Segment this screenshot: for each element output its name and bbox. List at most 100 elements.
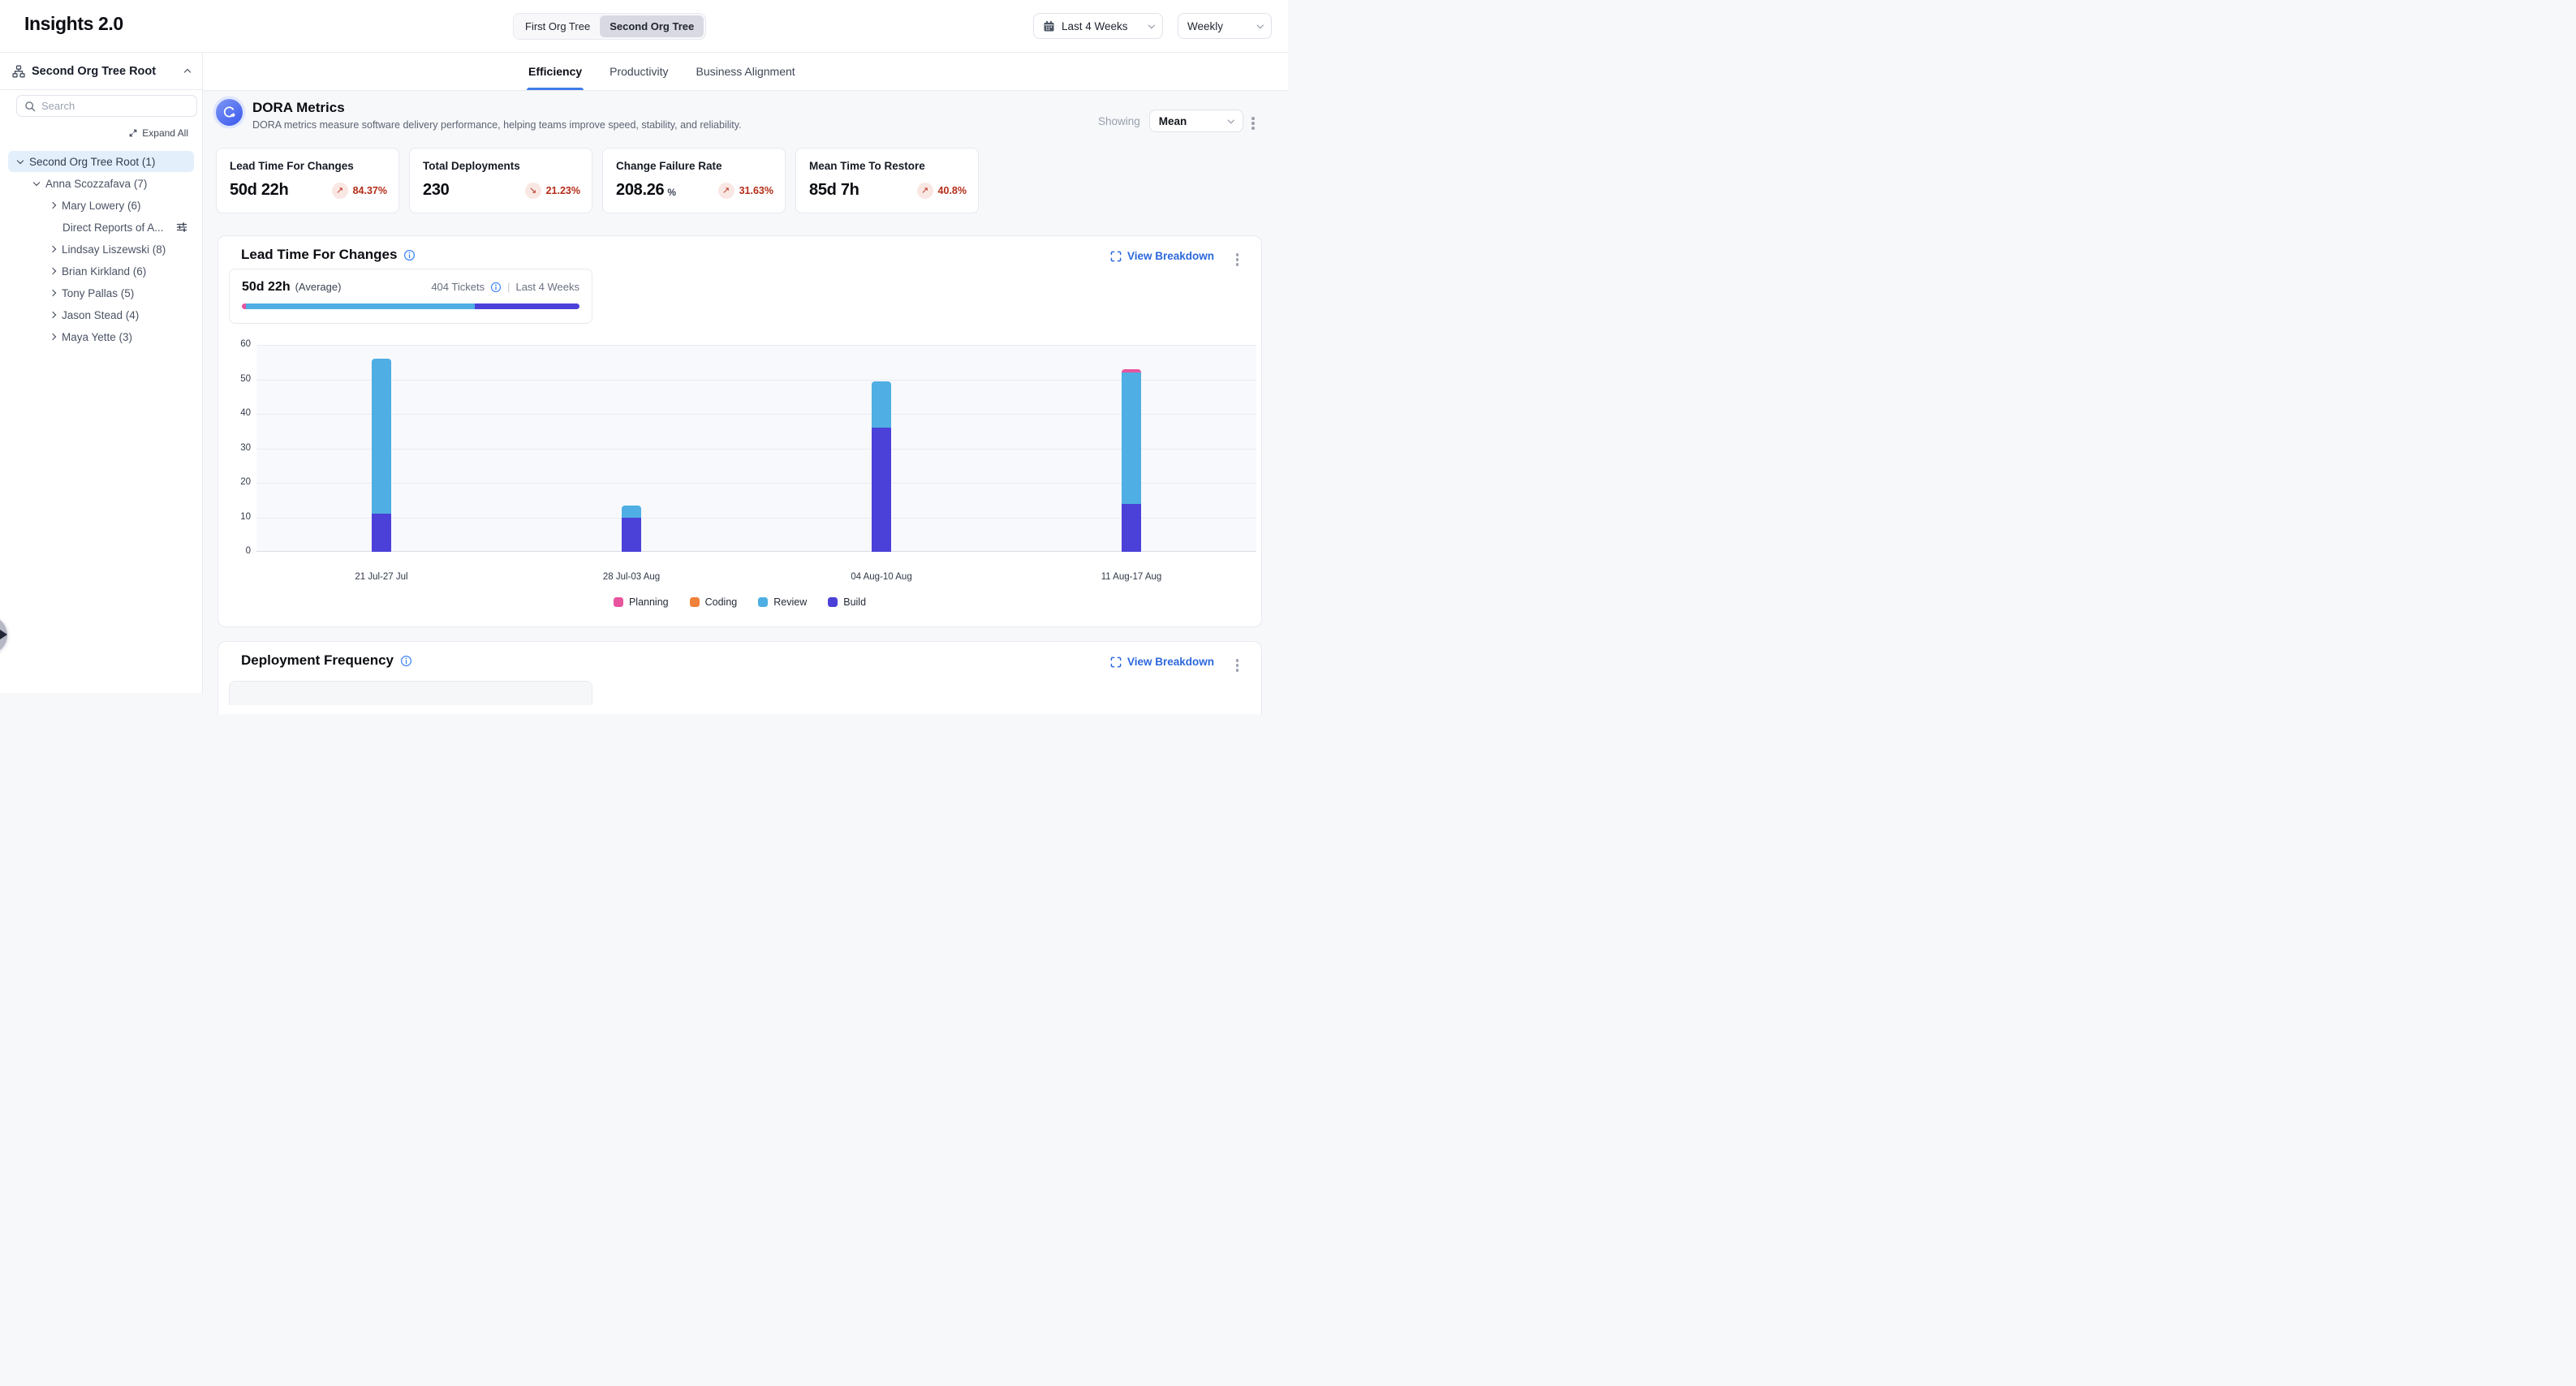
info-icon[interactable] — [403, 249, 416, 261]
deployment-kebab-menu[interactable] — [1233, 656, 1243, 675]
tree-item[interactable]: Tony Pallas (5) — [8, 282, 194, 303]
date-range-value: Last 4 Weeks — [1062, 20, 1128, 32]
tab-productivity[interactable]: Productivity — [610, 53, 668, 90]
metric-delta-value: 31.63% — [739, 185, 773, 196]
metric-card-title: Change Failure Rate — [616, 160, 772, 172]
tab-efficiency[interactable]: Efficiency — [528, 53, 582, 90]
metric-card-value: 50d 22h — [230, 181, 288, 200]
metric-delta: ↘21.23% — [525, 183, 580, 199]
summary-period: Last 4 Weeks — [515, 281, 579, 293]
legend-item-coding: Coding — [690, 596, 738, 608]
tree-item[interactable]: Anna Scozzafava (7) — [8, 173, 194, 194]
metric-card-value: 85d 7h — [809, 181, 859, 200]
stacked-bar[interactable] — [1122, 369, 1141, 552]
chevron-right-icon[interactable] — [50, 246, 56, 252]
dora-kebab-menu[interactable] — [1248, 114, 1258, 133]
chevron-right-icon[interactable] — [50, 290, 56, 296]
tree-item-label: Direct Reports of A... — [62, 222, 164, 234]
tree-item[interactable]: Brian Kirkland (6) — [8, 260, 194, 282]
granularity-value: Weekly — [1187, 20, 1223, 32]
y-axis-tick-label: 50 — [223, 374, 251, 384]
stacked-bar[interactable] — [872, 381, 891, 552]
filter-sliders-icon[interactable] — [176, 222, 187, 233]
view-breakdown-button[interactable]: View Breakdown — [1110, 250, 1214, 262]
summary-value: 50d 22h — [242, 280, 291, 295]
deployment-summary-partial — [229, 681, 592, 705]
gridline — [256, 483, 1256, 484]
legend-item-build: Build — [828, 596, 866, 608]
y-axis-tick-label: 20 — [223, 477, 251, 487]
tree-item-label: Anna Scozzafava (7) — [45, 178, 147, 190]
gridline — [256, 380, 1256, 381]
view-breakdown-button[interactable]: View Breakdown — [1110, 656, 1214, 668]
chevron-down-icon — [1148, 22, 1154, 28]
summary-tickets: 404 Tickets — [431, 281, 485, 293]
trend-up-arrow-icon: ↗ — [917, 183, 933, 199]
chevron-right-icon[interactable] — [50, 334, 56, 340]
tree-item[interactable]: Direct Reports of A... — [8, 217, 194, 238]
tree-item[interactable]: Jason Stead (4) — [8, 304, 194, 325]
toggle-second-org-tree[interactable]: Second Org Tree — [600, 15, 704, 37]
metric-delta: ↗ 40.8% — [917, 183, 967, 199]
collapse-chevron-up-icon[interactable] — [184, 69, 191, 75]
legend-item-planning: Planning — [614, 596, 669, 608]
chart-legend: PlanningCodingReviewBuild — [218, 596, 1261, 608]
legend-swatch — [690, 597, 700, 607]
view-breakdown-icon — [1110, 251, 1122, 262]
gridline — [256, 449, 1256, 450]
search-input[interactable] — [41, 100, 189, 112]
tab-business-alignment[interactable]: Business Alignment — [696, 53, 795, 90]
summary-average-label: (Average) — [295, 281, 342, 293]
chevron-right-icon[interactable] — [50, 268, 56, 274]
trend-up-arrow-icon: ↗ — [718, 183, 734, 199]
tree-item-label: Jason Stead (4) — [62, 309, 139, 321]
stacked-bar[interactable] — [372, 359, 391, 552]
metric-card-value-row: 208.26%↗31.63% — [616, 181, 773, 200]
metric-card: Mean Time To Restore85d 7h↗40.8% — [795, 148, 979, 213]
trend-down-arrow-icon: ↘ — [525, 183, 541, 199]
chevron-right-icon[interactable] — [50, 312, 56, 318]
metric-card-unit: % — [667, 187, 676, 198]
sidebar-title: Second Org Tree Root — [32, 65, 179, 78]
lead-time-kebab-menu[interactable] — [1233, 250, 1243, 269]
bar-segment-review — [622, 506, 641, 518]
tree-item[interactable]: Second Org Tree Root (1) — [8, 151, 194, 172]
metric-card-title: Lead Time For Changes — [230, 160, 386, 172]
metric-delta-value: 40.8% — [938, 185, 967, 196]
tree-item[interactable]: Mary Lowery (6) — [8, 195, 194, 216]
summary-separator: | — [507, 281, 510, 293]
y-axis-tick-label: 40 — [223, 408, 251, 418]
calendar-icon — [1043, 20, 1055, 32]
main-area: Efficiency Productivity Business Alignment… — [203, 53, 1288, 693]
top-bar: Insights 2.0 First Org Tree Second Org T… — [0, 0, 1288, 53]
granularity-select[interactable]: Weekly — [1178, 13, 1272, 39]
info-icon[interactable] — [400, 655, 412, 667]
metric-card-title: Total Deployments — [423, 160, 579, 172]
sidebar-search[interactable] — [16, 95, 197, 117]
lead-time-chart-plot — [256, 345, 1256, 552]
tree-item[interactable]: Lindsay Liszewski (8) — [8, 239, 194, 260]
showing-value: Mean — [1159, 115, 1187, 127]
chevron-down-icon[interactable] — [33, 179, 40, 185]
chevron-right-icon[interactable] — [50, 202, 56, 209]
date-range-select[interactable]: Last 4 Weeks — [1033, 13, 1163, 39]
expand-all-button[interactable]: Expand All — [128, 127, 188, 139]
toggle-first-org-tree[interactable]: First Org Tree — [515, 15, 600, 37]
chevron-down-icon — [1256, 22, 1263, 28]
chevron-down-icon[interactable] — [17, 157, 24, 163]
tree-item-label: Lindsay Liszewski (8) — [62, 243, 166, 256]
showing-select[interactable]: Mean — [1149, 110, 1243, 132]
dora-metrics-subtitle: DORA metrics measure software delivery p… — [252, 119, 742, 131]
deployment-frequency-title: Deployment Frequency — [241, 652, 394, 669]
info-icon[interactable] — [490, 282, 502, 293]
gridline — [256, 551, 1256, 552]
summary-bar-segment-build — [475, 303, 579, 309]
metric-delta-value: 84.37% — [353, 185, 387, 196]
stacked-bar[interactable] — [622, 506, 641, 552]
y-axis-tick-label: 30 — [223, 443, 251, 453]
tree-item[interactable]: Maya Yette (3) — [8, 326, 194, 347]
dora-metrics-icon — [216, 99, 243, 126]
tree-item-label: Tony Pallas (5) — [62, 287, 134, 299]
summary-bar-segment-review — [246, 303, 475, 309]
metric-card-value: 230 — [423, 181, 449, 200]
